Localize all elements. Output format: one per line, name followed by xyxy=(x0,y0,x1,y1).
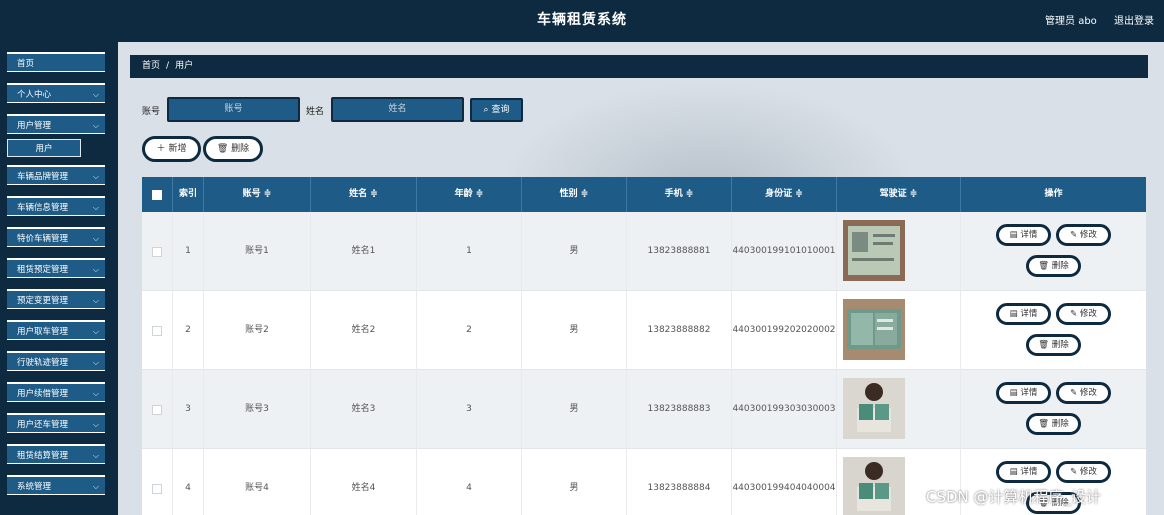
sidebar-item-driving-track[interactable]: 行驶轨迹管理 ⌵ xyxy=(7,351,105,371)
name-label: 姓名 xyxy=(306,107,325,117)
chevron-down-icon: ⌵ xyxy=(92,121,99,130)
sidebar-item-rental-booking[interactable]: 租赁预定管理 ⌵ xyxy=(7,258,105,278)
edit-button[interactable]: ✎ 修改 xyxy=(1056,224,1111,246)
breadcrumb-home[interactable]: 首页 xyxy=(142,61,160,71)
pencil-icon: ✎ xyxy=(1070,230,1078,240)
file-icon: ▤ xyxy=(1009,467,1018,477)
chevron-down-icon: ⌵ xyxy=(92,451,99,460)
detail-button[interactable]: ▤ 详情 xyxy=(996,303,1051,325)
trash-icon: 🗑 xyxy=(1038,261,1050,271)
sidebar-item-system[interactable]: 系统管理 ⌵ xyxy=(7,475,105,495)
chevron-down-icon: ⌵ xyxy=(92,296,99,305)
table-row: 3 账号3 姓名3 3 男 13823888883 44030019930303… xyxy=(142,370,1146,449)
pencil-icon: ✎ xyxy=(1070,467,1078,477)
breadcrumb: 首页 / 用户 xyxy=(130,55,1148,78)
chevron-down-icon: ⌵ xyxy=(92,90,99,99)
table-row: 2 账号2 姓名2 2 男 13823888882 44030019920202… xyxy=(142,291,1146,370)
name-cell: 姓名1 xyxy=(311,212,417,291)
top-bar: 车辆租赁系统 管理员 abo 退出登录 xyxy=(0,0,1164,38)
row-checkbox[interactable] xyxy=(152,326,162,336)
row-checkbox[interactable] xyxy=(152,247,162,257)
column-header: 索引 xyxy=(173,177,204,212)
delete-button[interactable]: 🗑 删除 xyxy=(1026,413,1081,435)
file-icon: ▤ xyxy=(1009,388,1018,398)
row-checkbox[interactable] xyxy=(152,405,162,415)
delete-button[interactable]: 🗑 删除 xyxy=(1026,334,1081,356)
license-photo[interactable] xyxy=(843,299,905,360)
sidebar-item-special-vehicle[interactable]: 特价车辆管理 ⌵ xyxy=(7,227,105,247)
column-header: 操作 xyxy=(1044,189,1063,199)
chevron-down-icon: ⌵ xyxy=(92,420,99,429)
select-all-checkbox[interactable] xyxy=(152,190,162,200)
chevron-down-icon: ⌵ xyxy=(92,203,99,212)
sidebar-subitem-user[interactable]: 用户 xyxy=(7,139,81,157)
top-right-user: 管理员 abo 退出登录 xyxy=(1031,12,1154,27)
chevron-down-icon: ⌵ xyxy=(92,389,99,398)
chevron-down-icon: ⌵ xyxy=(92,482,99,491)
sidebar-item-vehicle-info[interactable]: 车辆信息管理 ⌵ xyxy=(7,196,105,216)
watermark: CSDN @计算机程序_设计 xyxy=(926,488,1102,506)
user-table: 索引 账号 ≑ 姓名 ≑ 年龄 ≑ 性别 ≑ 手机 ≑ 身份证 ≑ 驾驶证 ≑ … xyxy=(142,177,1146,515)
search-icon: ⌕ xyxy=(483,105,489,115)
query-button[interactable]: ⌕ 查询 xyxy=(470,98,523,122)
sidebar-item-home[interactable]: 首页 xyxy=(7,52,105,72)
sidebar-item-renewal[interactable]: 用户续借管理 ⌵ xyxy=(7,382,105,402)
sidebar-item-settlement[interactable]: 租赁结算管理 ⌵ xyxy=(7,444,105,464)
column-header[interactable]: 手机 ≑ xyxy=(627,177,732,212)
column-header[interactable]: 身份证 ≑ xyxy=(732,177,837,212)
chevron-down-icon: ⌵ xyxy=(92,172,99,181)
detail-button[interactable]: ▤ 详情 xyxy=(996,382,1051,404)
column-header[interactable]: 年龄 ≑ xyxy=(417,177,522,212)
table-header: 索引 账号 ≑ 姓名 ≑ 年龄 ≑ 性别 ≑ 手机 ≑ 身份证 ≑ 驾驶证 ≑ … xyxy=(142,177,1146,212)
sidebar-item-booking-change[interactable]: 预定变更管理 ⌵ xyxy=(7,289,105,309)
pencil-icon: ✎ xyxy=(1070,309,1078,319)
sidebar-item-vehicle-return[interactable]: 用户还车管理 ⌵ xyxy=(7,413,105,433)
trash-icon: 🗑 xyxy=(216,144,229,154)
detail-button[interactable]: ▤ 详情 xyxy=(996,461,1051,483)
sidebar-item-user-management[interactable]: 用户管理 ⌵ xyxy=(7,114,105,134)
add-button[interactable]: ＋ 新增 xyxy=(142,136,201,162)
delete-button[interactable]: 🗑 删除 xyxy=(1026,255,1081,277)
chevron-down-icon: ⌵ xyxy=(92,234,99,243)
row-checkbox[interactable] xyxy=(152,484,162,494)
license-photo[interactable] xyxy=(843,378,905,439)
main-content: 首页 / 用户 账号 账号 姓名 姓名 ⌕ 查询 ＋ 新增 🗑 删除 索引 账号 ≑… xyxy=(118,42,1164,515)
edit-button[interactable]: ✎ 修改 xyxy=(1056,303,1111,325)
sidebar-item-brand-management[interactable]: 车辆品牌管理 ⌵ xyxy=(7,165,105,185)
account-label: 账号 xyxy=(142,107,161,117)
sidebar-item-vehicle-pickup[interactable]: 用户取车管理 ⌵ xyxy=(7,320,105,340)
detail-button[interactable]: ▤ 详情 xyxy=(996,224,1051,246)
breadcrumb-current: 用户 xyxy=(175,61,194,71)
table-row: 1 账号1 姓名1 1 男 13823888881 44030019910101… xyxy=(142,212,1146,291)
license-photo[interactable] xyxy=(843,457,905,515)
trash-icon: 🗑 xyxy=(1038,340,1050,350)
chevron-down-icon: ⌵ xyxy=(92,358,99,367)
pencil-icon: ✎ xyxy=(1070,388,1078,398)
sidebar: 首页 个人中心 ⌵ 用户管理 ⌵ 用户 车辆品牌管理 ⌵ 车辆信息管理 ⌵ 特价车辆管理… xyxy=(0,46,112,515)
column-header[interactable]: 性别 ≑ xyxy=(522,177,627,212)
trash-icon: 🗑 xyxy=(1038,419,1050,429)
account-search-input[interactable]: 账号 xyxy=(167,97,300,122)
chevron-down-icon: ⌵ xyxy=(92,327,99,336)
column-header[interactable]: 账号 ≑ xyxy=(204,177,311,212)
column-header[interactable]: 姓名 ≑ xyxy=(311,177,417,212)
admin-user-label: 管理员 abo xyxy=(1045,16,1097,27)
plus-icon: ＋ xyxy=(156,144,166,154)
file-icon: ▤ xyxy=(1009,309,1018,319)
edit-button[interactable]: ✎ 修改 xyxy=(1056,461,1111,483)
edit-button[interactable]: ✎ 修改 xyxy=(1056,382,1111,404)
logout-link[interactable]: 退出登录 xyxy=(1114,16,1154,27)
file-icon: ▤ xyxy=(1009,230,1018,240)
name-search-input[interactable]: 姓名 xyxy=(331,97,464,122)
sidebar-item-personal-center[interactable]: 个人中心 ⌵ xyxy=(7,83,105,103)
license-photo[interactable] xyxy=(843,220,905,281)
chevron-down-icon: ⌵ xyxy=(92,265,99,274)
select-all-cell xyxy=(142,177,173,212)
column-header[interactable]: 驾驶证 ≑ xyxy=(837,177,961,212)
batch-delete-button[interactable]: 🗑 删除 xyxy=(203,136,263,162)
app-title: 车辆租赁系统 xyxy=(537,12,627,28)
